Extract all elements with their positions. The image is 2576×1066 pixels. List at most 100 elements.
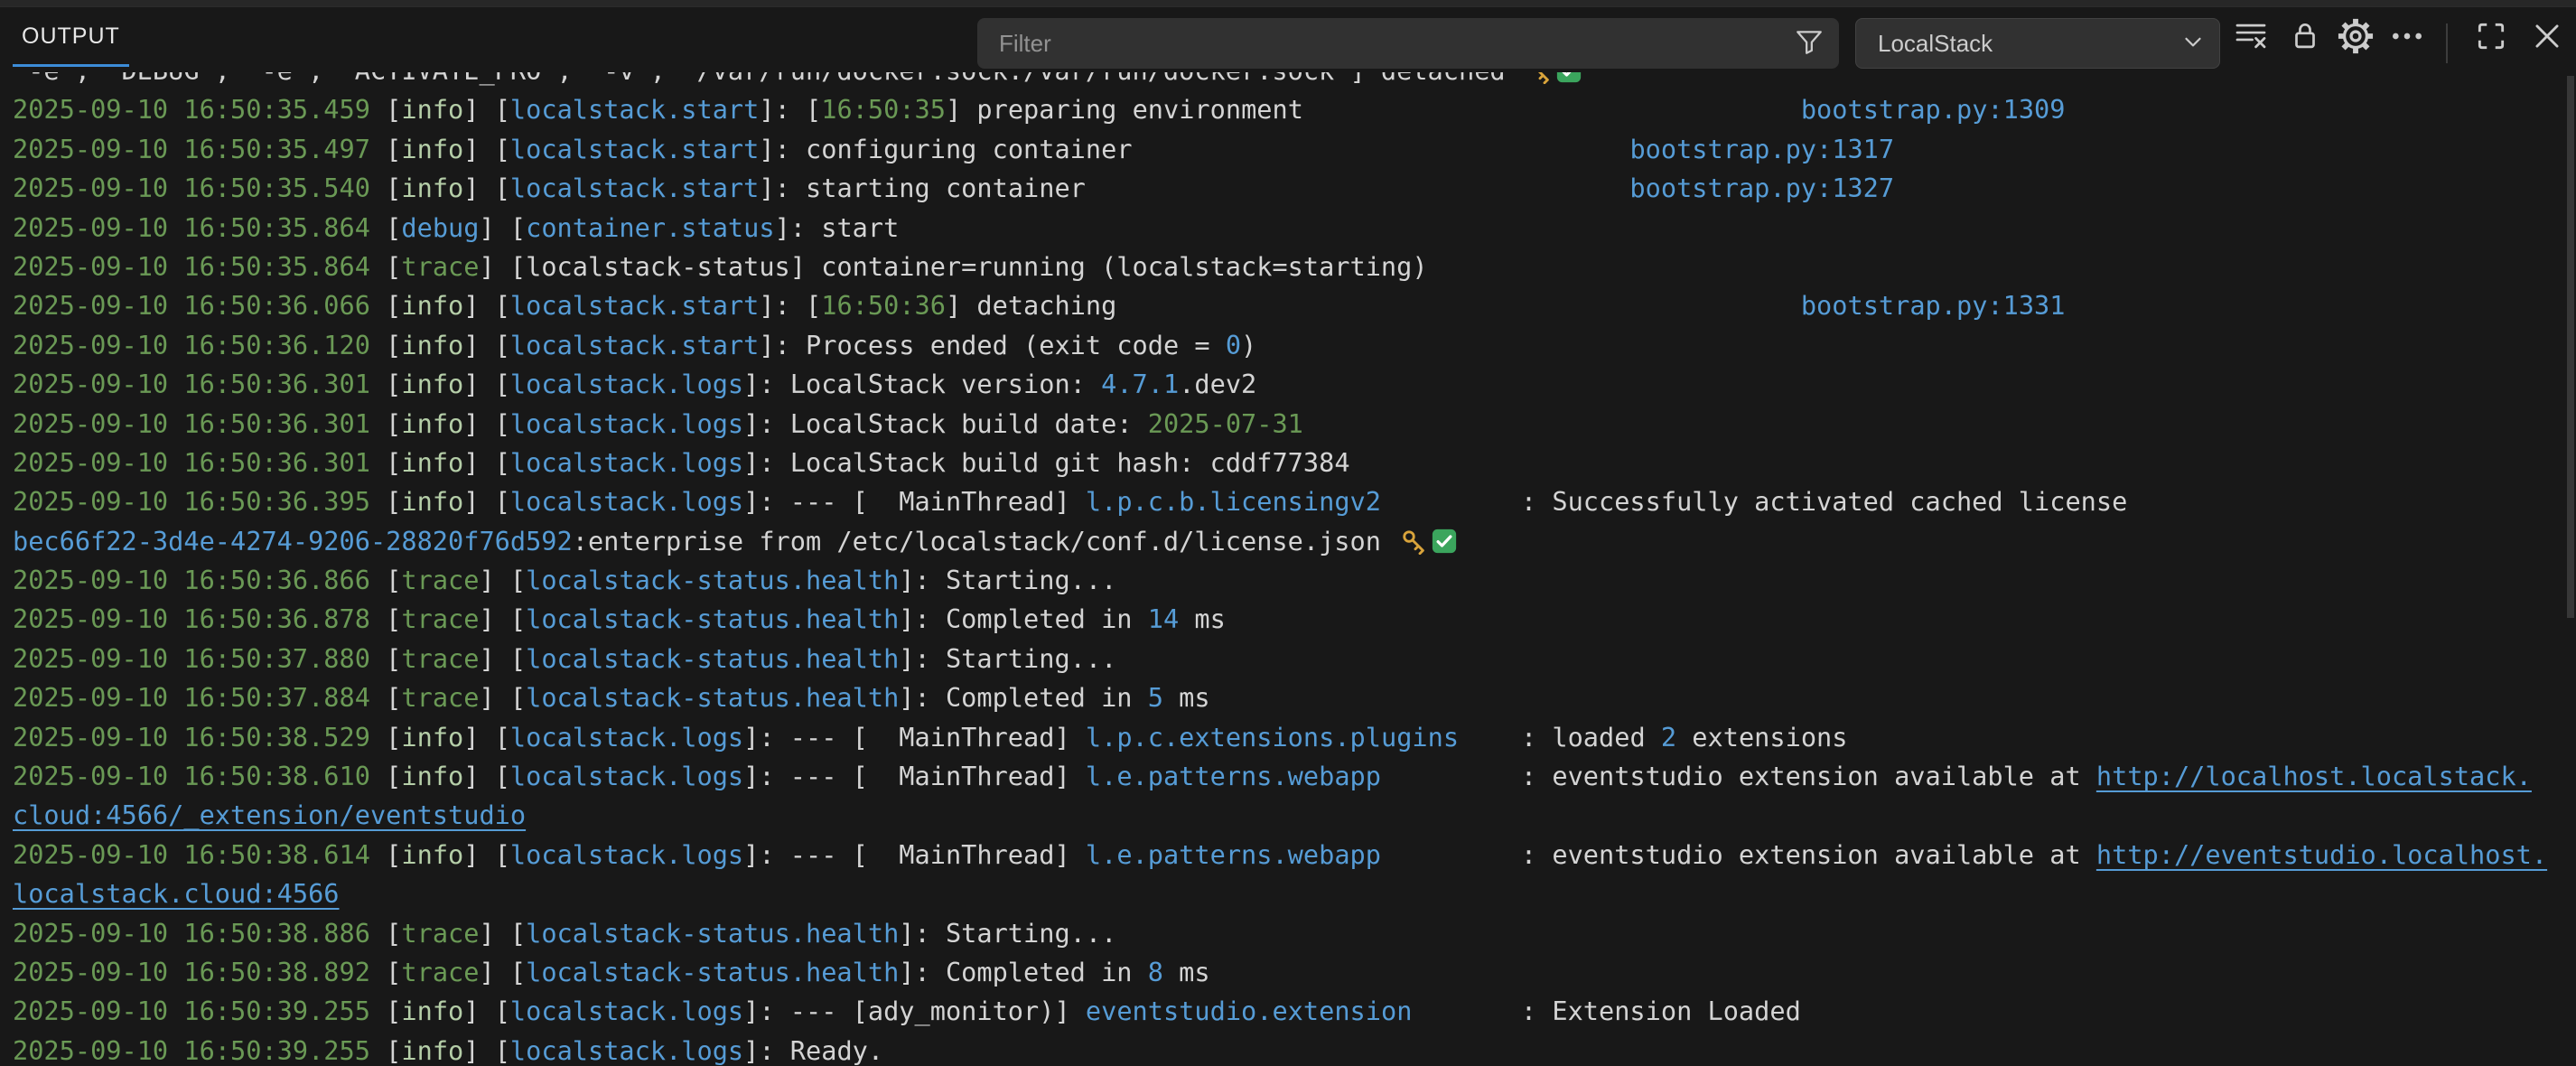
log-text: : eventstudio extension available at <box>1521 761 2096 791</box>
log-text: ] [ <box>479 918 526 949</box>
log-text: 2025-09-10 16:50:36.866 <box>13 565 386 595</box>
log-text: extensions <box>1676 722 1847 753</box>
log-text: [ <box>386 251 401 282</box>
log-line: 2025-09-10 16:50:38.886 [trace] [localst… <box>13 914 2576 953</box>
source-file-link[interactable]: bootstrap.py:1309 <box>1801 94 2066 125</box>
log-text: [ <box>386 1035 401 1066</box>
source-file-link[interactable]: bootstrap.py:1331 <box>1801 290 2066 321</box>
log-link[interactable]: cloud:4566/_extension/eventstudio <box>13 800 526 830</box>
log-text: localstack.start <box>510 134 759 164</box>
log-text: ]: Process ended (exit code = <box>759 330 1225 360</box>
padding <box>1133 134 1630 164</box>
log-line: localstack.cloud:4566 <box>13 874 2576 913</box>
log-line: 2025-09-10 16:50:38.610 [info] [localsta… <box>13 757 2576 796</box>
log-text: [ <box>386 918 401 949</box>
log-text: ]: Ready. <box>743 1035 883 1066</box>
tab-output[interactable]: OUTPUT <box>13 7 129 70</box>
log-text: [ <box>386 134 401 164</box>
log-text: ]: LocalStack version: <box>743 369 1101 399</box>
source-file-link[interactable]: bootstrap.py:1317 <box>1629 134 1894 164</box>
log-text: ms <box>1163 682 1210 713</box>
log-text: ]: configuring container <box>759 134 1132 164</box>
key-emoji <box>1400 527 1427 566</box>
log-text: [ <box>386 996 401 1026</box>
log-text: localstack-status.health <box>526 918 899 949</box>
log-text: l.e.patterns.webapp <box>1086 761 1381 791</box>
log-text: 2025-09-10 16:50:39.255 <box>13 1035 386 1066</box>
log-text: 2025-09-10 16:50:36.301 <box>13 447 386 478</box>
log-text: 2025-09-10 16:50:35.864 <box>13 251 386 282</box>
log-text: 16:50:36 <box>821 290 946 321</box>
filter-box[interactable] <box>977 18 1839 69</box>
log-text: ] [ <box>463 134 510 164</box>
log-text: ] [ <box>479 603 526 634</box>
log-text: [ <box>386 330 401 360</box>
log-line: 2025-09-10 16:50:36.301 [info] [localsta… <box>13 405 2576 444</box>
ellipsis-icon[interactable] <box>2390 19 2424 53</box>
log-text: bec66f22-3d4e-4274-9206-28820f76d592 <box>13 526 573 556</box>
log-text: info <box>401 447 463 478</box>
log-line: 2025-09-10 16:50:38.892 [trace] [localst… <box>13 953 2576 992</box>
log-text: 2025-09-10 16:50:38.529 <box>13 722 386 753</box>
log-text: ] detaching <box>946 290 1116 321</box>
log-text: [ <box>386 486 401 517</box>
log-link[interactable]: http://localhost.localstack. <box>2096 761 2532 791</box>
log-text: ] [ <box>479 682 526 713</box>
log-text: 2025-09-10 16:50:35.864 <box>13 212 386 243</box>
log-text: ]: Starting... <box>899 918 1116 949</box>
log-text: 2025-09-10 16:50:37.880 <box>13 643 386 674</box>
log-text: localstack.logs <box>510 996 743 1026</box>
log-text: [ <box>386 408 401 439</box>
close-icon[interactable] <box>2530 19 2564 53</box>
source-file-link[interactable]: bootstrap.py:1327 <box>1629 173 1894 203</box>
panel-header: OUTPUT LocalStack <box>0 0 2576 72</box>
log-text: info <box>401 330 463 360</box>
log-text: 2025-09-10 16:50:36.301 <box>13 369 386 399</box>
log-text: ]: start <box>775 212 900 243</box>
log-text: ]: --- [ MainThread] <box>743 722 1086 753</box>
filter-input[interactable] <box>977 30 1794 58</box>
log-link[interactable]: http://eventstudio.localhost. <box>2096 839 2547 870</box>
log-text: ] [ <box>463 1035 510 1066</box>
log-text: 2025-09-10 16:50:36.301 <box>13 408 386 439</box>
log-text: localstack.logs <box>510 722 743 753</box>
log-text: ] [ <box>463 408 510 439</box>
lock-icon[interactable] <box>2288 19 2322 53</box>
gear-icon[interactable] <box>2336 16 2375 56</box>
log-text: 2025-09-10 16:50:36.066 <box>13 290 386 321</box>
log-text: 8 <box>1148 957 1163 987</box>
log-text: ] [ <box>463 996 510 1026</box>
filter-icon[interactable] <box>1794 26 1825 61</box>
vertical-scrollbar[interactable] <box>2567 76 2574 618</box>
log-line: 2025-09-10 16:50:38.614 [info] [localsta… <box>13 836 2576 874</box>
log-link[interactable]: localstack.cloud:4566 <box>13 878 340 909</box>
log-line: 2025-09-10 16:50:37.880 [trace] [localst… <box>13 640 2576 678</box>
log-text: [ <box>386 369 401 399</box>
log-text: 2025-09-10 16:50:38.614 <box>13 839 386 870</box>
log-text: 2025-09-10 16:50:35.459 <box>13 94 386 125</box>
log-text: : loaded <box>1521 722 1661 753</box>
log-text: [ <box>386 447 401 478</box>
log-text: ]: Starting... <box>899 643 1116 674</box>
log-text: 2025-09-10 16:50:38.610 <box>13 761 386 791</box>
log-text: [ <box>386 682 401 713</box>
padding <box>1459 722 1521 753</box>
log-text: localstack.start <box>510 330 759 360</box>
log-text: localstack.logs <box>510 1035 743 1066</box>
log-text: 2025-09-10 16:50:38.892 <box>13 957 386 987</box>
log-text: [ <box>386 565 401 595</box>
log-text: trace <box>401 565 479 595</box>
log-text: : Successfully activated cached license <box>1521 486 2127 517</box>
log-line: bec66f22-3d4e-4274-9206-28820f76d592:ent… <box>13 522 2576 561</box>
log-text: ] [ <box>479 957 526 987</box>
log-text: trace <box>401 682 479 713</box>
log-text: localstack-status.health <box>526 643 899 674</box>
log-text: info <box>401 486 463 517</box>
panel-top-border <box>0 0 2576 7</box>
channel-dropdown[interactable]: LocalStack <box>1855 18 2220 69</box>
clear-output-icon[interactable] <box>2234 19 2268 53</box>
log-text: ] [ <box>479 212 526 243</box>
log-text: ] [ <box>479 643 526 674</box>
maximize-panel-icon[interactable] <box>2474 19 2508 53</box>
padding <box>1086 173 1630 203</box>
